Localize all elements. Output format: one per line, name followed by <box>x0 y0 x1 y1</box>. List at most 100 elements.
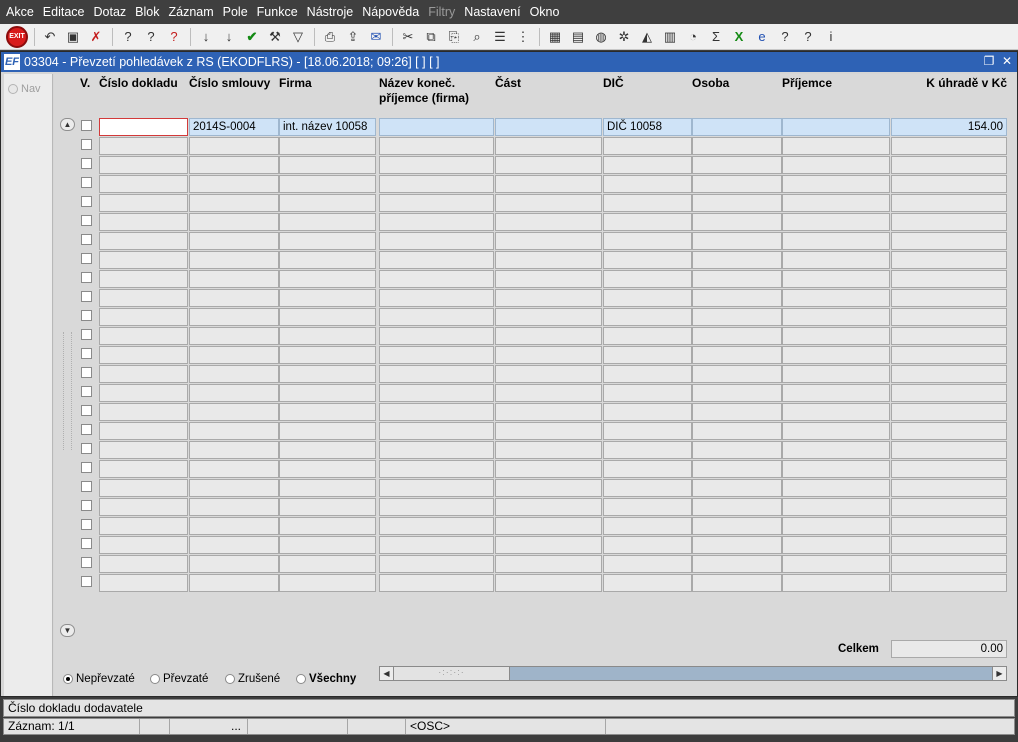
cell-osoba[interactable] <box>692 498 782 516</box>
cell-cislo-smlouvy[interactable] <box>189 346 279 364</box>
cell-cast[interactable] <box>495 536 602 554</box>
cell-dic[interactable] <box>603 270 692 288</box>
cell-dic[interactable] <box>603 156 692 174</box>
cell-cislo-smlouvy[interactable] <box>189 498 279 516</box>
cell-cislo-dokladu[interactable] <box>99 251 188 269</box>
cell-nazev[interactable] <box>379 289 494 307</box>
cancel-query-icon[interactable]: ? <box>164 27 184 47</box>
menu-item-5[interactable]: Pole <box>220 5 251 19</box>
cell-nazev[interactable] <box>379 327 494 345</box>
cell-firma[interactable] <box>279 308 376 326</box>
cell-cislo-dokladu[interactable] <box>99 194 188 212</box>
scroll-up-button[interactable]: ▲ <box>60 118 75 131</box>
cell-firma[interactable] <box>279 498 376 516</box>
cell-osoba[interactable] <box>692 517 782 535</box>
cell-cast[interactable] <box>495 327 602 345</box>
cell-cislo-smlouvy[interactable] <box>189 156 279 174</box>
cell-k-uhrade[interactable] <box>891 403 1007 421</box>
column-header-9[interactable]: K úhradě v Kč <box>891 76 1007 91</box>
mail-icon[interactable]: ✉ <box>366 27 386 47</box>
cell-osoba[interactable] <box>692 327 782 345</box>
help-icon[interactable]: ? <box>775 27 795 47</box>
ie-icon[interactable]: e <box>752 27 772 47</box>
menu-item-6[interactable]: Funkce <box>254 5 301 19</box>
cell-k-uhrade[interactable] <box>891 365 1007 383</box>
cell-k-uhrade[interactable] <box>891 327 1007 345</box>
cell-cast[interactable] <box>495 289 602 307</box>
cell-cast[interactable] <box>495 156 602 174</box>
cell-osoba[interactable] <box>692 403 782 421</box>
cell-prijemce[interactable] <box>782 536 890 554</box>
cell-cislo-dokladu[interactable] <box>99 460 188 478</box>
chart-icon[interactable]: ◭ <box>637 27 657 47</box>
cell-prijemce[interactable] <box>782 308 890 326</box>
cell-k-uhrade[interactable] <box>891 308 1007 326</box>
column-header-4[interactable]: Název koneč. příjemce (firma) <box>379 76 469 106</box>
cell-cislo-smlouvy[interactable]: 2014S-0004 <box>189 118 279 136</box>
cell-cislo-smlouvy[interactable] <box>189 460 279 478</box>
cell-k-uhrade[interactable] <box>891 517 1007 535</box>
cell-cislo-dokladu[interactable] <box>99 289 188 307</box>
row-checkbox[interactable] <box>81 424 92 435</box>
cell-dic[interactable] <box>603 517 692 535</box>
save-icon[interactable]: ▣ <box>63 27 83 47</box>
menu-item-0[interactable]: Akce <box>3 5 37 19</box>
cell-nazev[interactable] <box>379 213 494 231</box>
cell-cislo-dokladu[interactable] <box>99 137 188 155</box>
cell-cast[interactable] <box>495 574 602 592</box>
cell-cast[interactable] <box>495 308 602 326</box>
cell-osoba[interactable] <box>692 270 782 288</box>
cell-osoba[interactable] <box>692 479 782 497</box>
cell-dic[interactable] <box>603 365 692 383</box>
menu-item-10[interactable]: Nastavení <box>461 5 523 19</box>
cell-dic[interactable] <box>603 555 692 573</box>
cell-dic[interactable] <box>603 232 692 250</box>
row-checkbox[interactable] <box>81 367 92 378</box>
cell-firma[interactable] <box>279 232 376 250</box>
context-help-icon[interactable]: ? <box>798 27 818 47</box>
settings-icon[interactable]: ✲ <box>614 27 634 47</box>
info-icon[interactable]: i <box>821 27 841 47</box>
cell-dic[interactable] <box>603 441 692 459</box>
cell-osoba[interactable] <box>692 137 782 155</box>
cell-cislo-dokladu[interactable] <box>99 498 188 516</box>
cell-cislo-dokladu[interactable] <box>99 384 188 402</box>
cell-cislo-smlouvy[interactable] <box>189 403 279 421</box>
menu-item-3[interactable]: Blok <box>132 5 162 19</box>
cell-k-uhrade[interactable] <box>891 479 1007 497</box>
cell-cislo-dokladu[interactable] <box>99 270 188 288</box>
cell-k-uhrade[interactable] <box>891 213 1007 231</box>
cell-prijemce[interactable] <box>782 175 890 193</box>
cell-cislo-smlouvy[interactable] <box>189 194 279 212</box>
export-icon[interactable]: ⇪ <box>343 27 363 47</box>
cell-cislo-dokladu[interactable] <box>99 346 188 364</box>
cell-dic[interactable] <box>603 460 692 478</box>
calculator-icon[interactable]: ▦ <box>545 27 565 47</box>
cell-dic[interactable] <box>603 479 692 497</box>
cell-k-uhrade[interactable] <box>891 251 1007 269</box>
cell-osoba[interactable] <box>692 156 782 174</box>
sort-desc-icon[interactable]: ↓ <box>219 27 239 47</box>
row-checkbox[interactable] <box>81 405 92 416</box>
cell-cast[interactable] <box>495 251 602 269</box>
cell-firma[interactable]: int. název 10058 <box>279 118 376 136</box>
column-header-6[interactable]: DIČ <box>603 76 624 91</box>
cell-firma[interactable] <box>279 213 376 231</box>
cell-nazev[interactable] <box>379 270 494 288</box>
menu-item-7[interactable]: Nástroje <box>304 5 357 19</box>
cell-prijemce[interactable] <box>782 441 890 459</box>
document-icon[interactable]: ▤ <box>568 27 588 47</box>
row-checkbox[interactable] <box>81 462 92 473</box>
filter-radio-3[interactable]: Všechny <box>296 673 356 685</box>
cell-k-uhrade[interactable] <box>891 441 1007 459</box>
cell-firma[interactable] <box>279 384 376 402</box>
cell-dic[interactable] <box>603 251 692 269</box>
cell-cast[interactable] <box>495 365 602 383</box>
filter-radio-0[interactable]: Nepřevzaté <box>63 673 135 685</box>
cell-dic[interactable] <box>603 403 692 421</box>
cell-cast[interactable] <box>495 441 602 459</box>
cell-firma[interactable] <box>279 175 376 193</box>
cell-cislo-dokladu[interactable] <box>99 574 188 592</box>
cell-dic[interactable] <box>603 346 692 364</box>
cell-firma[interactable] <box>279 517 376 535</box>
